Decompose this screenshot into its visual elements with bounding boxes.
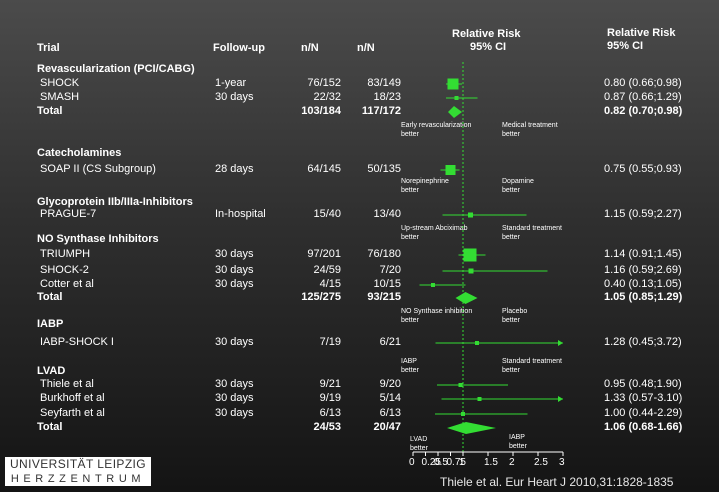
x-tick-label: 3 — [559, 457, 565, 468]
point-estimate — [431, 283, 435, 287]
university-logo: UNIVERSITÄT LEIPZIG HERZZENTRUM — [5, 457, 151, 486]
point-estimate — [463, 248, 477, 262]
citation: Thiele et al. Eur Heart J 2010,31:1828-1… — [440, 475, 674, 489]
point-estimate — [461, 412, 465, 416]
point-estimate — [468, 212, 473, 218]
ci-overflow-arrow — [558, 340, 563, 346]
x-tick-label: 1.5 — [484, 457, 498, 468]
pooled-diamond — [447, 422, 496, 434]
ci-overflow-arrow — [558, 396, 563, 402]
logo-university: UNIVERSITÄT LEIPZIG — [9, 457, 147, 471]
pooled-diamond — [448, 106, 462, 118]
forest-plot — [412, 62, 564, 456]
point-estimate — [447, 78, 459, 90]
pooled-diamond — [455, 292, 478, 304]
x-tick-label: 2.5 — [534, 457, 548, 468]
x-tick-label: 2 — [509, 457, 515, 468]
point-estimate — [454, 96, 459, 100]
point-estimate — [458, 383, 463, 387]
point-estimate — [475, 341, 479, 345]
x-tick-label: 1 — [459, 457, 465, 468]
point-estimate — [445, 165, 456, 175]
axis-left-label: LVAD better — [410, 436, 428, 452]
x-tick-label: 0 — [409, 457, 415, 468]
axis-right-label: IABP better — [509, 434, 527, 450]
point-estimate — [477, 397, 482, 401]
logo-herzzentrum: HERZZENTRUM — [5, 472, 151, 486]
point-estimate — [468, 268, 474, 274]
